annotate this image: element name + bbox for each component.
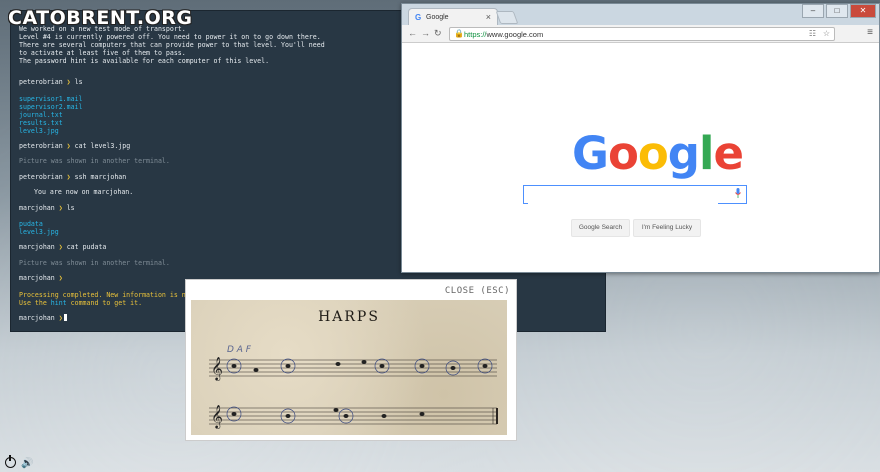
prompt-arrow-icon: ❯ xyxy=(66,78,71,86)
tab-google[interactable]: G Google × xyxy=(408,8,498,26)
tab-strip: G Google × – □ ✕ xyxy=(402,4,879,26)
maximize-button[interactable]: □ xyxy=(826,4,848,18)
address-bar[interactable]: 🔒 https://www.google.com ☷ ☆ xyxy=(449,27,835,41)
handwritten-notes: D A F xyxy=(227,345,252,355)
terminal-text-line: to activate at least five of them to pas… xyxy=(19,49,186,57)
prompt-arrow-icon: ❯ xyxy=(58,314,63,322)
terminal-processing: Processing completed. New information is… xyxy=(19,291,194,299)
terminal-info: Picture was shown in another terminal. xyxy=(19,157,170,165)
url-text: https://www.google.com xyxy=(464,30,544,39)
music-staff-image: 𝄞 𝄞 D A F xyxy=(209,345,498,429)
tab-close-icon[interactable]: × xyxy=(486,12,491,22)
prompt-arrow-icon: ❯ xyxy=(58,204,63,212)
window-controls: – □ ✕ xyxy=(802,4,876,18)
prompt-arrow-icon: ❯ xyxy=(66,173,71,181)
close-window-button[interactable]: ✕ xyxy=(850,4,876,18)
prompt-arrow-icon: ❯ xyxy=(58,274,63,282)
speaker-icon[interactable]: 🔊 xyxy=(21,458,33,469)
hint-keyword: hint xyxy=(50,299,67,307)
prompt-command: ls xyxy=(74,78,83,86)
prompt-arrow-icon: ❯ xyxy=(58,243,63,251)
reload-icon[interactable]: ↻ xyxy=(434,28,442,39)
menu-icon[interactable]: ≡ xyxy=(867,27,873,38)
prompt-user: marcjohan xyxy=(19,243,55,251)
microphone-icon[interactable] xyxy=(735,188,741,199)
file-entry: level3.jpg xyxy=(19,228,59,236)
prompt-user: marcjohan xyxy=(19,204,55,212)
google-favicon-icon: G xyxy=(415,13,422,22)
site-logo: CATOBRENT.ORG xyxy=(8,7,193,29)
browser-toolbar: ← → ↻ 🔒 https://www.google.com ☷ ☆ ≡ xyxy=(402,25,879,43)
tab-title: Google xyxy=(426,14,449,21)
bookmark-star-icon[interactable]: ☆ xyxy=(823,29,830,38)
terminal-prompt: peterobrian ❯ ls xyxy=(19,78,83,86)
terminal-text-line: There are several computers that can pro… xyxy=(19,41,325,49)
prompt-user: marcjohan xyxy=(19,274,55,282)
file-entry: level3.jpg xyxy=(19,127,59,135)
taskbar: 🔊 xyxy=(0,454,880,472)
file-entry: supervisor1.mail xyxy=(19,95,83,103)
google-search-box[interactable] xyxy=(523,185,747,204)
minimize-button[interactable]: – xyxy=(802,4,824,18)
prompt-user: peterobrian xyxy=(19,78,63,86)
forward-arrow-icon[interactable]: → xyxy=(421,28,430,38)
text-cursor xyxy=(63,314,67,321)
terminal-prompt: peterobrian ❯ cat level3.jpg xyxy=(19,142,130,150)
feeling-lucky-button[interactable]: I'm Feeling Lucky xyxy=(633,219,701,237)
prompt-command: cat pudata xyxy=(66,243,107,251)
terminal-prompt: marcjohan ❯ xyxy=(19,274,63,282)
google-logo: Google xyxy=(572,127,744,180)
prompt-user: marcjohan xyxy=(19,314,55,322)
terminal-prompt: marcjohan ❯ ls xyxy=(19,204,75,212)
prompt-user: peterobrian xyxy=(19,142,63,150)
terminal-prompt: marcjohan ❯ cat pudata xyxy=(19,243,106,251)
sheet-music-image: HARPS 𝄞 𝄞 D A F xyxy=(191,300,507,435)
power-icon[interactable] xyxy=(5,455,16,468)
translate-icon[interactable]: ☷ xyxy=(809,29,816,38)
terminal-prompt: peterobrian ❯ ssh marcjohan xyxy=(19,173,126,181)
prompt-command: ssh marcjohan xyxy=(74,173,127,181)
terminal-text-line: The password hint is available for each … xyxy=(19,57,270,65)
svg-text:𝄞: 𝄞 xyxy=(211,356,223,381)
google-search-button[interactable]: Google Search xyxy=(571,219,630,237)
google-homepage: Google Google Search I'm Feeling Lucky xyxy=(402,43,879,272)
prompt-command: ls xyxy=(66,204,75,212)
terminal-input-line[interactable]: marcjohan ❯ xyxy=(19,314,67,322)
search-input[interactable] xyxy=(528,189,718,204)
terminal-processing: Use the hint command to get it. xyxy=(19,299,143,307)
new-tab-button[interactable] xyxy=(495,11,519,24)
browser-window[interactable]: G Google × – □ ✕ ← → ↻ 🔒 https://www.goo… xyxy=(401,3,880,273)
prompt-user: peterobrian xyxy=(19,173,63,181)
image-viewer-popup: CLOSE (ESC) HARPS 𝄞 𝄞 D A F xyxy=(185,279,517,441)
terminal-info: You are now on marcjohan. xyxy=(34,188,134,196)
terminal-info: Picture was shown in another terminal. xyxy=(19,259,170,267)
file-entry: supervisor2.mail xyxy=(19,103,83,111)
file-entry: journal.txt xyxy=(19,111,63,119)
file-entry: pudata xyxy=(19,220,43,228)
back-arrow-icon[interactable]: ← xyxy=(408,28,417,38)
lock-icon: 🔒 xyxy=(454,29,464,38)
prompt-arrow-icon: ❯ xyxy=(66,142,71,150)
close-button[interactable]: CLOSE (ESC) xyxy=(445,286,510,296)
file-entry: results.txt xyxy=(19,119,63,127)
svg-text:𝄞: 𝄞 xyxy=(211,404,223,429)
terminal-text-line: Level #4 is currently powered off. You n… xyxy=(19,33,321,41)
prompt-command: cat level3.jpg xyxy=(74,142,131,150)
